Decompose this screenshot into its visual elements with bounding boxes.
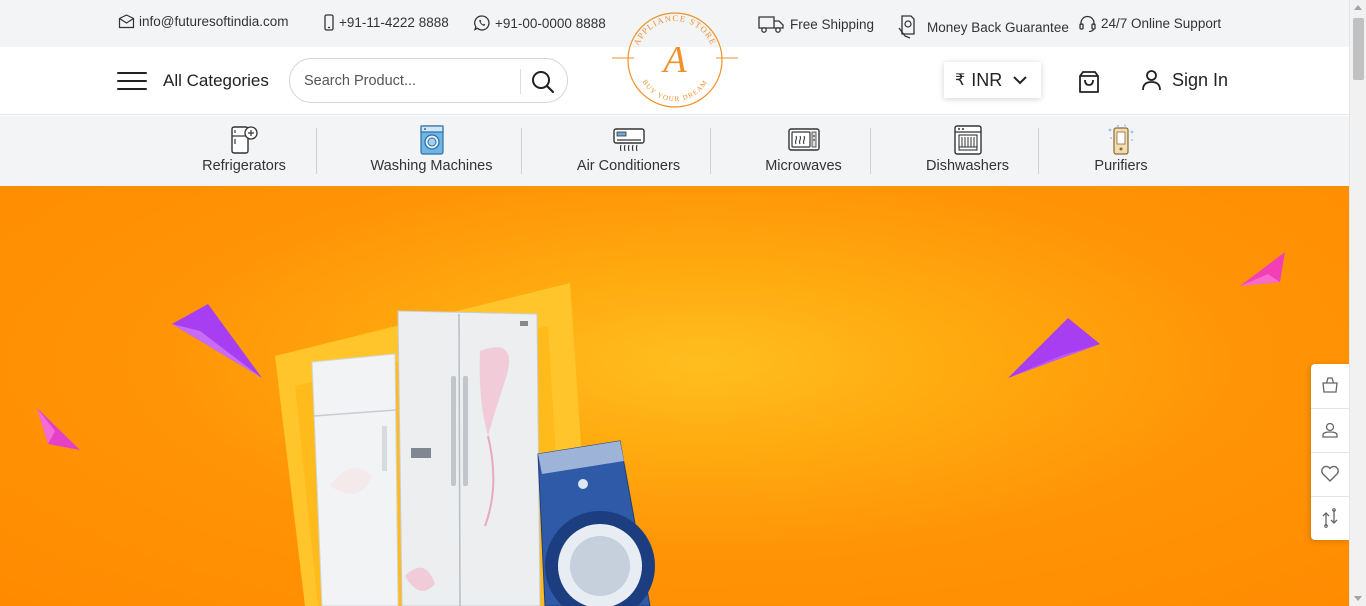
category-label: Air Conditioners xyxy=(576,158,681,174)
category-divider xyxy=(316,128,317,174)
hero-triangle-1 xyxy=(172,304,262,378)
category-divider xyxy=(710,128,711,174)
currency-code: INR xyxy=(971,69,1003,90)
category-dishwashers[interactable]: Dishwashers xyxy=(925,116,1010,186)
email-text: info@futuresoftindia.com xyxy=(139,14,289,29)
svg-text:BUY YOUR DREAM: BUY YOUR DREAM xyxy=(641,78,710,103)
quick-wishlist-button[interactable] xyxy=(1311,453,1349,494)
whatsapp-contact[interactable]: +91-00-0000 8888 xyxy=(473,14,606,32)
free-shipping-text: Free Shipping xyxy=(790,16,875,32)
hero-illustration xyxy=(37,252,1285,606)
user-icon xyxy=(1142,70,1161,91)
purifier-icon xyxy=(1108,124,1134,155)
category-microwaves[interactable]: Microwaves xyxy=(765,116,842,186)
support-text: 24/7 Online Support xyxy=(1101,16,1222,31)
search-divider xyxy=(520,69,521,94)
heart-icon xyxy=(1321,465,1339,482)
all-categories-button[interactable]: All Categories xyxy=(163,71,269,91)
air-conditioner-icon xyxy=(612,128,645,152)
category-divider xyxy=(1038,128,1039,174)
chevron-down-icon xyxy=(1013,76,1027,85)
scrollbar-thumb[interactable] xyxy=(1353,18,1364,80)
money-back-icon xyxy=(898,15,915,39)
category-air-conditioners[interactable]: Air Conditioners xyxy=(576,116,681,186)
category-nav: Refrigerators Washing Machines Air Condi… xyxy=(0,116,1349,186)
category-label: Purifiers xyxy=(1094,158,1148,174)
appliance-store-logo[interactable]: APPLIANCE STORE BUY YOUR DREAM A xyxy=(612,8,738,112)
whatsapp-text: +91-00-0000 8888 xyxy=(495,15,606,31)
category-purifiers[interactable]: Purifiers xyxy=(1093,116,1149,186)
logo-arc-bottom: BUY YOUR DREAM xyxy=(641,78,709,103)
phone-contact[interactable]: +91-11-4222 8888 xyxy=(323,14,449,31)
search-icon[interactable] xyxy=(530,69,556,95)
free-shipping-info: Free Shipping xyxy=(758,14,874,34)
hero-large-fridge xyxy=(397,310,541,606)
scroll-down-arrow-icon[interactable] xyxy=(1354,596,1362,601)
bag-icon xyxy=(1322,376,1338,393)
category-label: Refrigerators xyxy=(202,158,286,174)
category-divider xyxy=(870,128,871,174)
sign-in-label: Sign In xyxy=(1172,69,1229,90)
whatsapp-icon xyxy=(473,15,490,31)
dishwasher-icon xyxy=(953,125,982,155)
hero-triangle-3 xyxy=(1008,318,1100,378)
money-back-text: Money Back Guarantee xyxy=(927,19,1069,35)
hero-banner[interactable] xyxy=(0,186,1349,606)
quick-account-button[interactable] xyxy=(1311,409,1349,450)
category-refrigerators[interactable]: Refrigerators xyxy=(201,116,287,186)
scroll-up-arrow-icon[interactable] xyxy=(1354,5,1362,10)
quick-cart-button[interactable] xyxy=(1311,364,1349,405)
compare-icon xyxy=(1322,507,1338,528)
refrigerator-icon xyxy=(231,126,258,154)
floating-quick-toolbar xyxy=(1311,364,1349,540)
email-contact[interactable]: info@futuresoftindia.com xyxy=(118,14,289,29)
sign-in-link[interactable]: Sign In xyxy=(1141,69,1228,91)
category-label: Dishwashers xyxy=(926,158,1009,174)
category-label: Washing Machines xyxy=(370,158,493,174)
category-label: Microwaves xyxy=(765,158,842,174)
phone-icon xyxy=(324,14,334,31)
headset-icon xyxy=(1079,15,1096,33)
phone-text: +91-11-4222 8888 xyxy=(339,15,449,30)
support-info: 24/7 Online Support xyxy=(1078,14,1221,33)
truck-icon xyxy=(758,16,784,33)
logo-letter: A xyxy=(660,39,687,81)
quick-compare-button[interactable] xyxy=(1311,497,1349,538)
mail-icon xyxy=(118,14,135,29)
category-divider xyxy=(521,128,522,174)
washing-machine-icon xyxy=(419,125,444,155)
category-washing-machines[interactable]: Washing Machines xyxy=(371,116,492,186)
page-scrollbar[interactable] xyxy=(1349,0,1366,606)
search-box xyxy=(289,58,568,103)
user-icon xyxy=(1322,422,1338,438)
money-back-info: Money Back Guarantee xyxy=(897,14,1069,40)
shopping-bag-icon[interactable] xyxy=(1076,69,1102,95)
currency-selector[interactable]: ₹ INR xyxy=(944,62,1041,98)
microwave-icon xyxy=(787,128,820,151)
menu-icon[interactable] xyxy=(117,72,147,90)
search-input[interactable] xyxy=(304,69,504,93)
currency-symbol: ₹ xyxy=(955,72,966,89)
